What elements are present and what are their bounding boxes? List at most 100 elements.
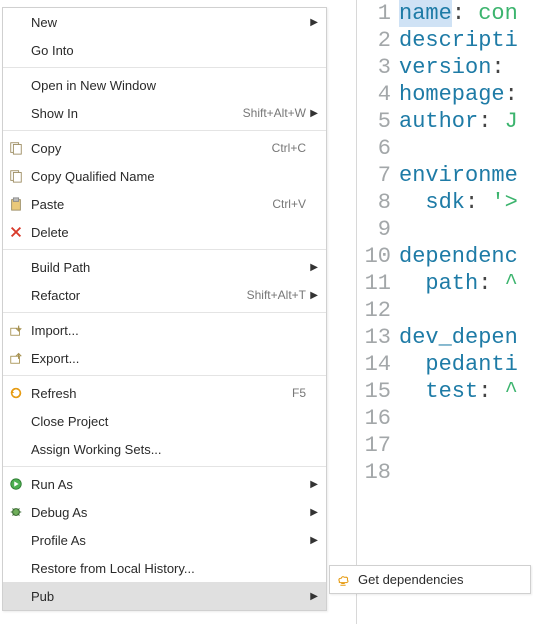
- code-line[interactable]: 15 test: ^: [357, 378, 533, 405]
- menu-separator: [3, 130, 326, 131]
- line-number: 5: [357, 108, 397, 135]
- menu-item-open-new-window[interactable]: Open in New Window: [3, 71, 326, 99]
- token-colon: :: [478, 270, 504, 297]
- code-line[interactable]: 11 path: ^: [357, 270, 533, 297]
- menu-item-restore-history[interactable]: Restore from Local History...: [3, 554, 326, 582]
- menu-item-pub[interactable]: Pub▶: [3, 582, 326, 610]
- code-content[interactable]: path: ^: [397, 270, 518, 297]
- menu-item-export[interactable]: Export...: [3, 344, 326, 372]
- code-content[interactable]: name: con: [397, 0, 518, 27]
- menu-item-assign-working-sets[interactable]: Assign Working Sets...: [3, 435, 326, 463]
- token-colon: :: [491, 54, 504, 81]
- paste-icon: [9, 197, 31, 211]
- menu-item-label: Show In: [31, 106, 235, 121]
- menu-item-debug-as[interactable]: Debug As▶: [3, 498, 326, 526]
- code-line[interactable]: 12: [357, 297, 533, 324]
- code-line[interactable]: 3version:: [357, 54, 533, 81]
- token-colon: [399, 378, 425, 405]
- menu-item-label: Copy Qualified Name: [31, 169, 306, 184]
- refresh-icon: [9, 386, 31, 400]
- code-line[interactable]: 13dev_depen: [357, 324, 533, 351]
- line-number: 18: [357, 459, 397, 486]
- code-content[interactable]: sdk: '>: [397, 189, 518, 216]
- menu-item-delete[interactable]: Delete: [3, 218, 326, 246]
- copy-icon: [9, 169, 31, 183]
- menu-item-label: Run As: [31, 477, 306, 492]
- menu-item-label: Refresh: [31, 386, 284, 401]
- code-line[interactable]: 10dependenc: [357, 243, 533, 270]
- menu-item-label: Restore from Local History...: [31, 561, 306, 576]
- menu-item-close-project[interactable]: Close Project: [3, 407, 326, 435]
- submenu-caret-icon: ▶: [306, 290, 318, 301]
- code-content[interactable]: [397, 405, 399, 432]
- pub-submenu: Get dependencies: [329, 565, 531, 594]
- token-colon: [399, 189, 425, 216]
- run-icon: [9, 477, 31, 491]
- submenu-caret-icon: ▶: [306, 108, 318, 119]
- code-line[interactable]: 14 pedanti: [357, 351, 533, 378]
- menu-item-label: Open in New Window: [31, 78, 306, 93]
- code-line[interactable]: 5author: J: [357, 108, 533, 135]
- token-key: name: [399, 0, 452, 27]
- menu-item-refresh[interactable]: RefreshF5: [3, 379, 326, 407]
- code-content[interactable]: environme: [397, 162, 518, 189]
- pub-icon: [336, 573, 358, 587]
- line-number: 8: [357, 189, 397, 216]
- submenu-caret-icon: ▶: [306, 479, 318, 490]
- code-line[interactable]: 2descripti: [357, 27, 533, 54]
- line-number: 7: [357, 162, 397, 189]
- menu-separator: [3, 249, 326, 250]
- code-line[interactable]: 4homepage:: [357, 81, 533, 108]
- menu-item-copy[interactable]: CopyCtrl+C: [3, 134, 326, 162]
- code-line[interactable]: 18: [357, 459, 533, 486]
- menu-item-copy-qualified[interactable]: Copy Qualified Name: [3, 162, 326, 190]
- menu-item-accel: Shift+Alt+T: [239, 288, 306, 302]
- code-content[interactable]: descripti: [397, 27, 518, 54]
- code-content[interactable]: version:: [397, 54, 505, 81]
- code-line[interactable]: 7environme: [357, 162, 533, 189]
- code-line[interactable]: 16: [357, 405, 533, 432]
- menu-item-go-into[interactable]: Go Into: [3, 36, 326, 64]
- token-key: version: [399, 54, 491, 81]
- export-icon: [9, 351, 31, 365]
- menu-separator: [3, 375, 326, 376]
- code-content[interactable]: dev_depen: [397, 324, 518, 351]
- menu-item-refactor[interactable]: RefactorShift+Alt+T▶: [3, 281, 326, 309]
- token-key: sdk: [425, 189, 465, 216]
- menu-item-label: Build Path: [31, 260, 306, 275]
- code-content[interactable]: [397, 297, 399, 324]
- menu-item-label: Close Project: [31, 414, 306, 429]
- code-content[interactable]: [397, 432, 399, 459]
- submenu-item-get-deps[interactable]: Get dependencies: [330, 566, 530, 593]
- menu-item-build-path[interactable]: Build Path▶: [3, 253, 326, 281]
- code-content[interactable]: [397, 216, 399, 243]
- code-editor[interactable]: 1name: con2descripti3version:4homepage:5…: [356, 0, 533, 624]
- menu-item-label: Pub: [31, 589, 306, 604]
- menu-item-paste[interactable]: PasteCtrl+V: [3, 190, 326, 218]
- code-content[interactable]: [397, 459, 399, 486]
- code-line[interactable]: 8 sdk: '>: [357, 189, 533, 216]
- menu-item-show-in[interactable]: Show InShift+Alt+W▶: [3, 99, 326, 127]
- code-content[interactable]: pedanti: [397, 351, 518, 378]
- token-val: ^: [505, 378, 518, 405]
- token-key: descripti: [399, 27, 518, 54]
- menu-item-run-as[interactable]: Run As▶: [3, 470, 326, 498]
- menu-item-profile-as[interactable]: Profile As▶: [3, 526, 326, 554]
- code-line[interactable]: 6: [357, 135, 533, 162]
- code-content[interactable]: test: ^: [397, 378, 518, 405]
- token-key: author: [399, 108, 478, 135]
- menu-item-new[interactable]: New▶: [3, 8, 326, 36]
- token-val: con: [478, 0, 518, 27]
- line-number: 3: [357, 54, 397, 81]
- menu-item-import[interactable]: Import...: [3, 316, 326, 344]
- code-content[interactable]: dependenc: [397, 243, 518, 270]
- code-content[interactable]: homepage:: [397, 81, 518, 108]
- code-line[interactable]: 1name: con: [357, 0, 533, 27]
- submenu-caret-icon: ▶: [306, 17, 318, 28]
- code-line[interactable]: 9: [357, 216, 533, 243]
- code-content[interactable]: [397, 135, 399, 162]
- menu-item-label: Delete: [31, 225, 306, 240]
- code-content[interactable]: author: J: [397, 108, 518, 135]
- line-number: 4: [357, 81, 397, 108]
- code-line[interactable]: 17: [357, 432, 533, 459]
